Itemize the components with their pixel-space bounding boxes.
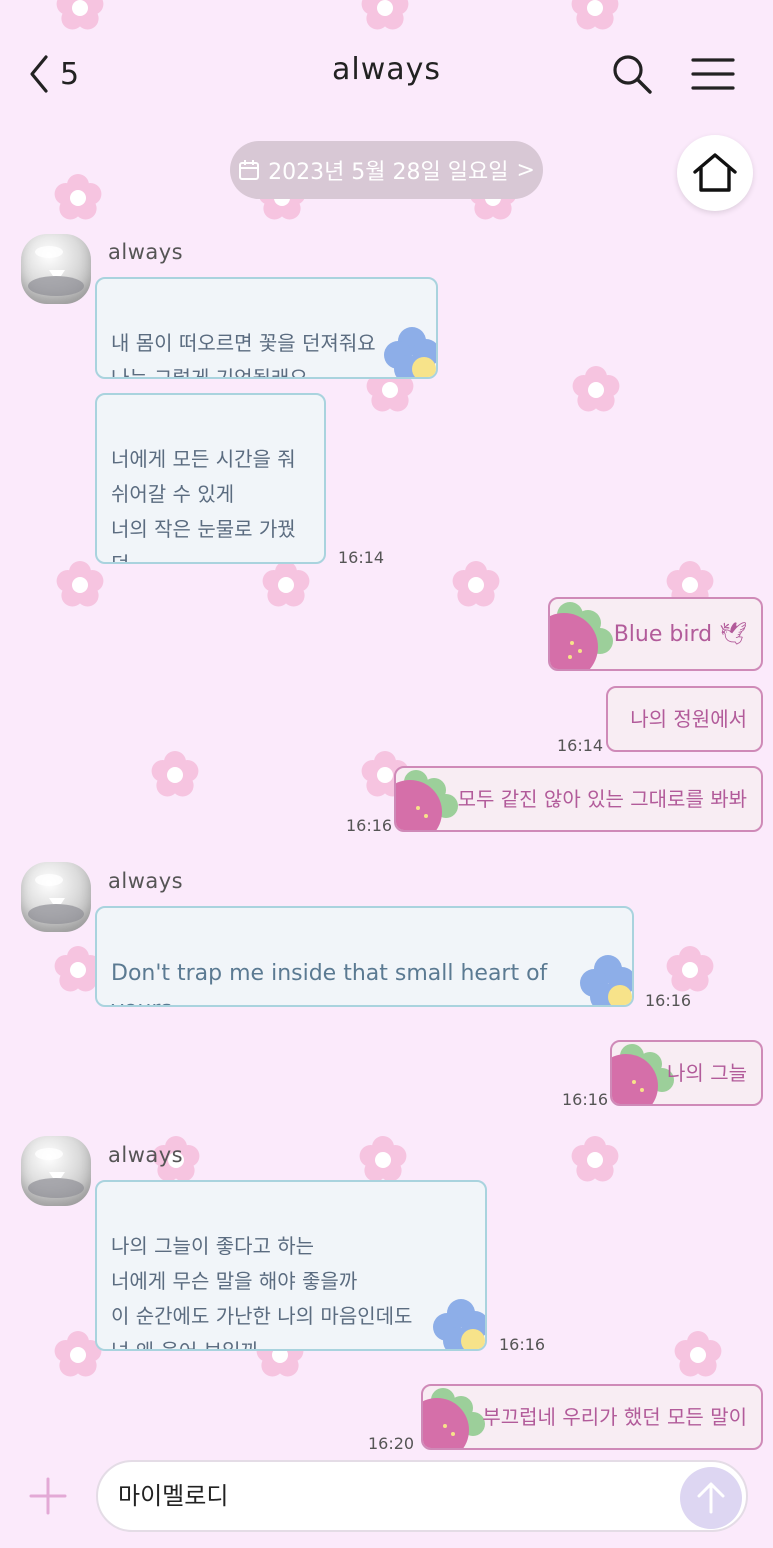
message-time: 16:16 (346, 816, 393, 835)
message-bubble-incoming[interactable]: 나의 그늘이 좋다고 하는 너에게 무슨 말을 해야 좋을까 이 순간에도 가난… (95, 1180, 487, 1351)
flower-corner-icon (423, 1388, 485, 1448)
flower-corner-icon (580, 955, 632, 1005)
avatar[interactable] (21, 234, 91, 304)
home-icon (693, 153, 737, 192)
message-bubble-outgoing[interactable]: 나의 그늘 (610, 1040, 763, 1106)
search-icon (613, 55, 652, 94)
message-text: 부끄럽네 우리가 했던 모든 말이 (482, 1404, 747, 1429)
message-bubble-outgoing[interactable]: 모두 같진 않아 있는 그대로를 봐봐 (394, 766, 763, 832)
send-button[interactable] (680, 1467, 742, 1529)
message-text: Blue bird 🕊 (613, 621, 747, 647)
message-text: 너에게 모든 시간을 줘 쉬어갈 수 있게 너의 작은 눈물로 가꿨던 나의 정… (111, 447, 296, 564)
home-button[interactable] (677, 135, 753, 211)
flower-corner-icon (550, 602, 613, 669)
date-pill[interactable]: 2023년 5월 28일 일요일 > (230, 141, 543, 199)
calendar-icon (239, 160, 260, 180)
message-time: 16:14 (338, 548, 385, 567)
message-text: 내 몸이 떠오르면 꽃을 던져줘요 나는 그렇게 기억될래요 (111, 331, 376, 379)
message-bubble-outgoing[interactable]: 나의 정원에서 (606, 686, 763, 752)
message-text: 나의 그늘이 좋다고 하는 너에게 무슨 말을 해야 좋을까 이 순간에도 가난… (111, 1234, 413, 1351)
message-text: 나의 그늘 (667, 1060, 747, 1085)
avatar[interactable] (21, 862, 91, 932)
menu-icon (691, 58, 735, 90)
message-time: 16:14 (557, 736, 604, 755)
avatar[interactable] (21, 1136, 91, 1206)
flower-corner-icon (396, 770, 458, 830)
message-bubble-incoming[interactable]: Don't trap me inside that small heart of… (95, 906, 634, 1007)
message-time: 16:16 (562, 1090, 609, 1109)
message-bubble-incoming[interactable]: 내 몸이 떠오르면 꽃을 던져줘요 나는 그렇게 기억될래요 (95, 277, 438, 379)
sender-name: always (108, 1143, 184, 1167)
message-bubble-outgoing[interactable]: 부끄럽네 우리가 했던 모든 말이 (421, 1384, 763, 1450)
flower-corner-icon (433, 1299, 485, 1349)
message-time: 16:16 (499, 1335, 546, 1354)
message-time: 16:20 (368, 1434, 415, 1453)
flower-corner-icon (384, 327, 436, 377)
plus-icon (29, 1477, 67, 1515)
date-label: 2023년 5월 28일 일요일 (268, 160, 509, 185)
message-text: 나의 정원에서 (630, 706, 747, 731)
sender-name: always (108, 240, 184, 264)
date-chevron: > (516, 157, 535, 183)
attach-button[interactable] (28, 1476, 68, 1516)
message-time: 16:16 (645, 991, 692, 1010)
sender-name: always (108, 869, 184, 893)
message-text: 모두 같진 않아 있는 그대로를 봐봐 (457, 786, 747, 811)
message-bubble-incoming[interactable]: 너에게 모든 시간을 줘 쉬어갈 수 있게 너의 작은 눈물로 가꿨던 나의 정… (95, 393, 326, 564)
send-arrow-icon (697, 1482, 725, 1514)
search-button[interactable] (610, 52, 658, 96)
message-input[interactable]: 마이멜로디 (96, 1460, 748, 1532)
menu-button[interactable] (690, 52, 740, 96)
message-bubble-outgoing[interactable]: Blue bird 🕊 (548, 597, 763, 671)
message-text: Don't trap me inside that small heart of… (111, 961, 548, 1005)
